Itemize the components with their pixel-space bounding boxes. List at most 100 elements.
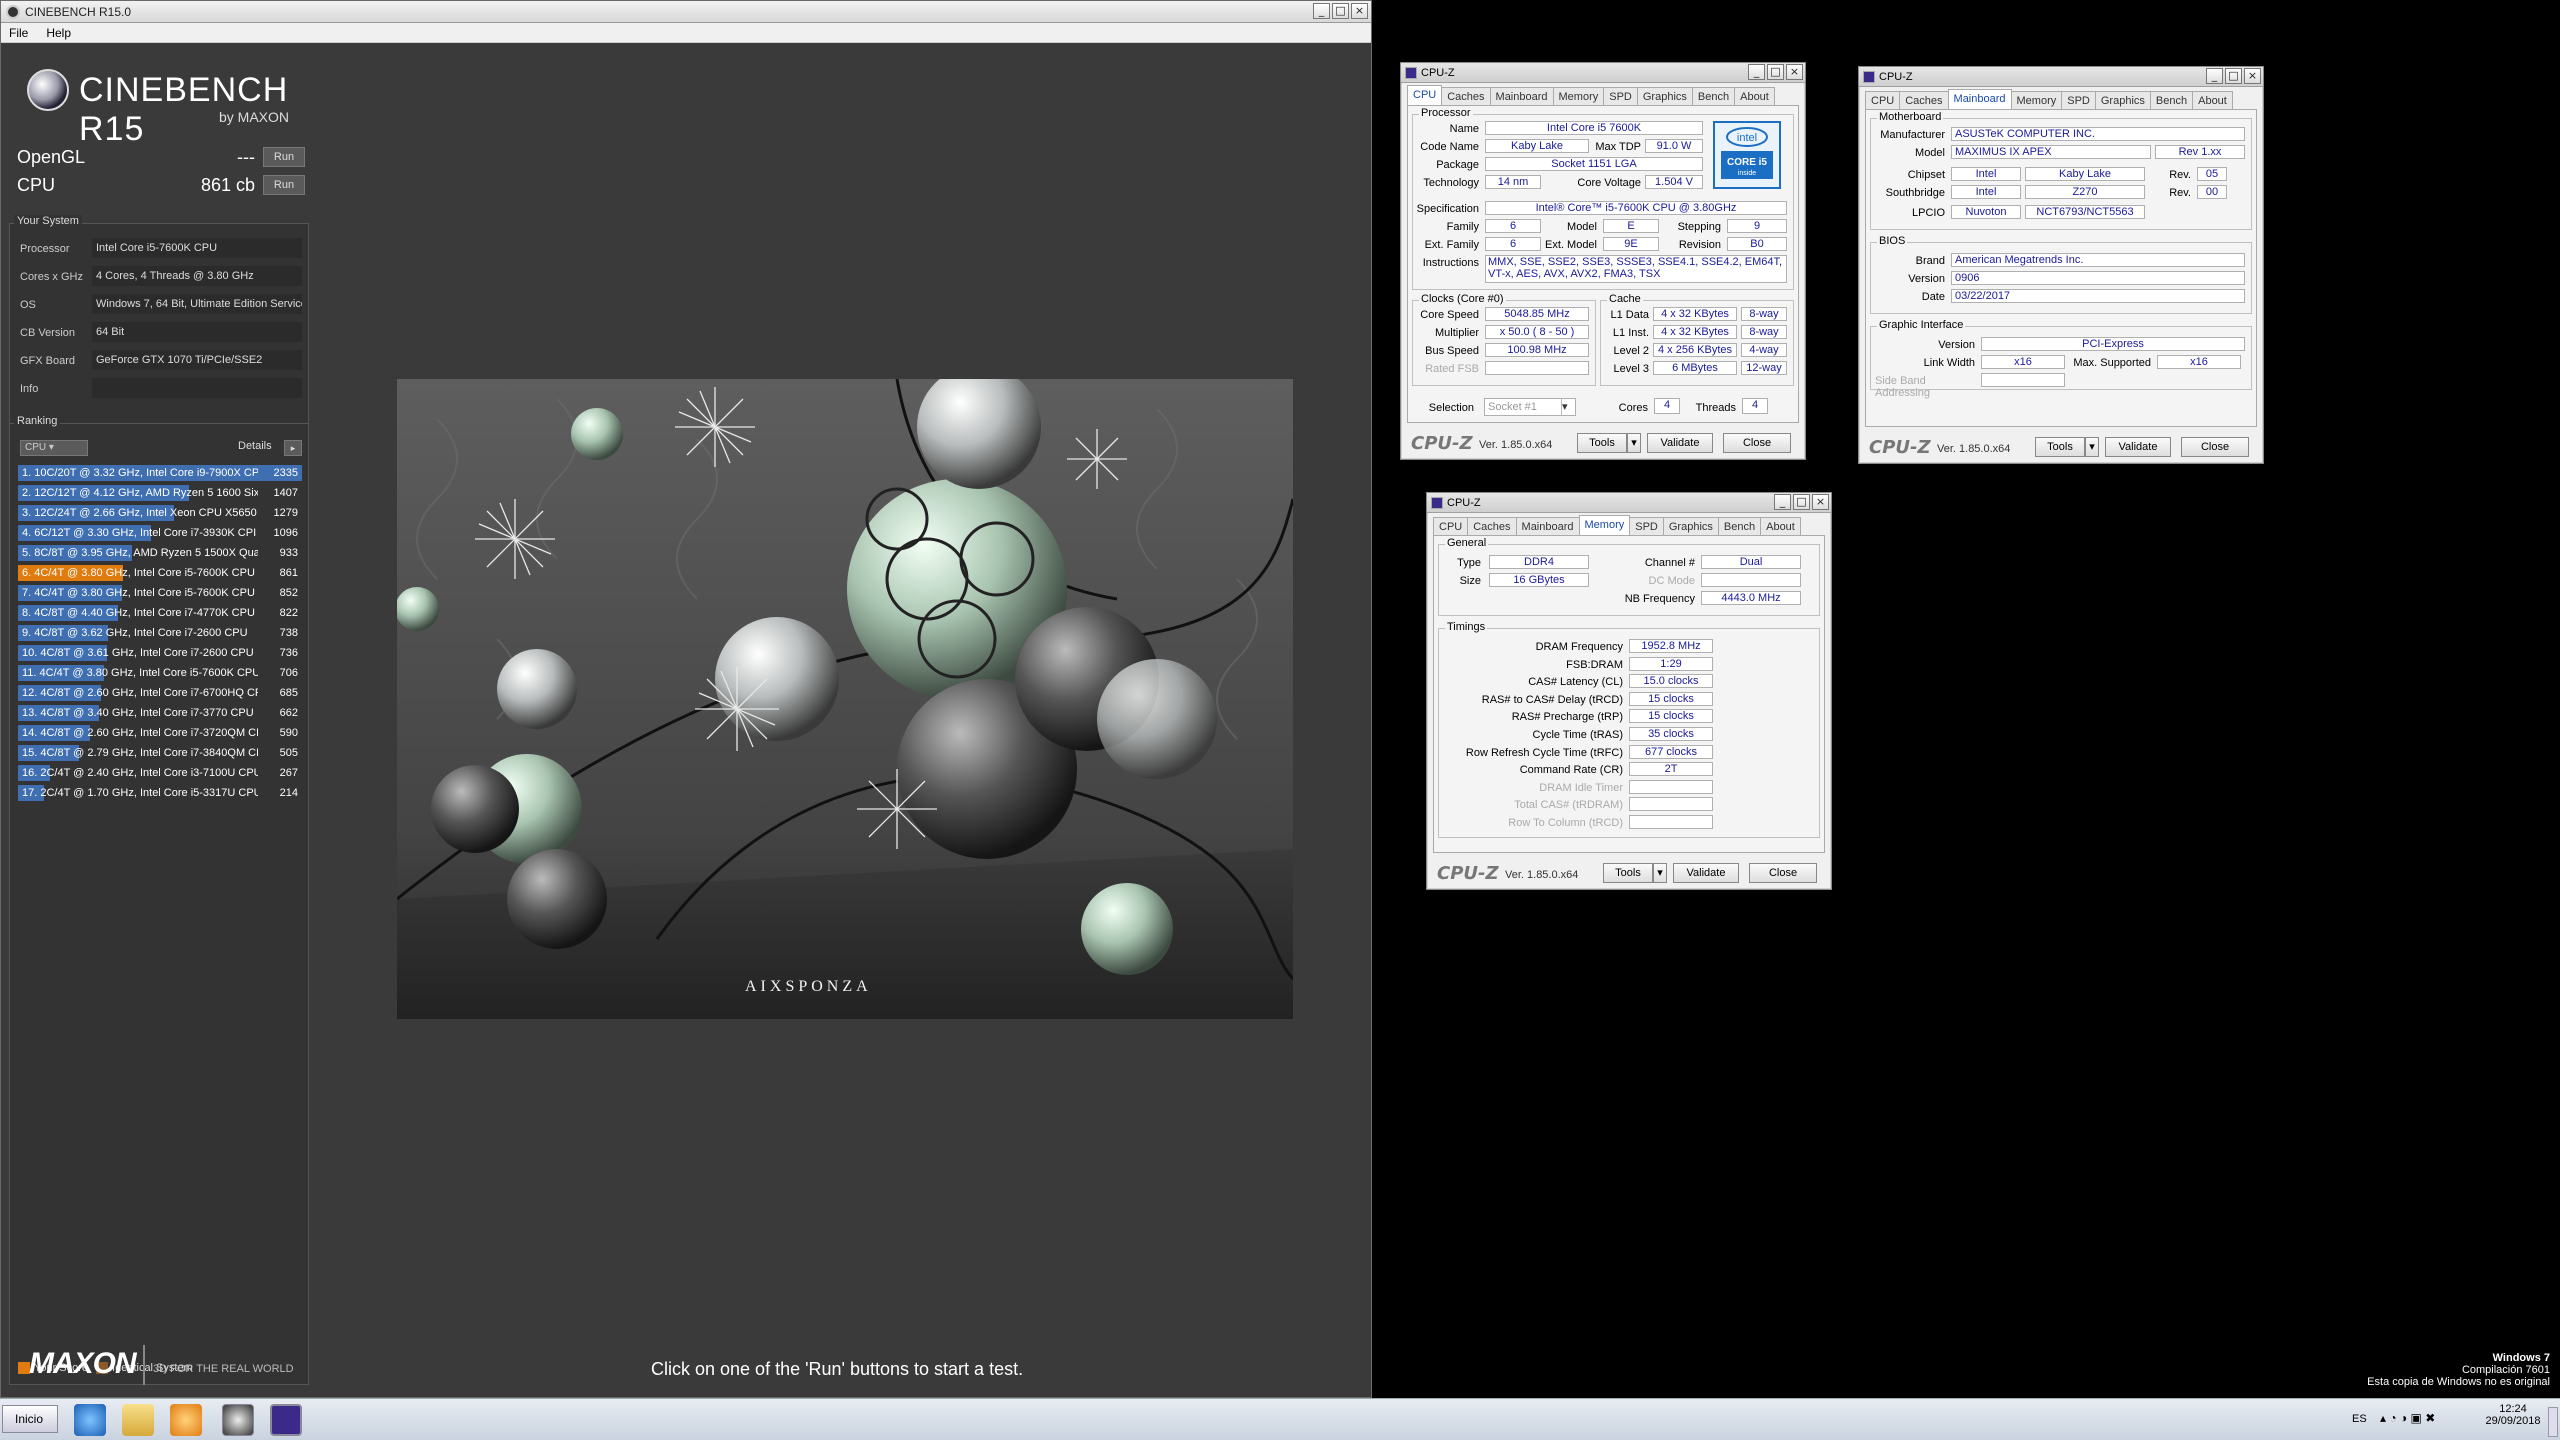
validate-button[interactable]: Validate [1673, 863, 1739, 883]
maxon-divider [143, 1345, 145, 1385]
opengl-run-button[interactable]: Run [263, 147, 305, 167]
maximize-icon[interactable]: □ [1332, 3, 1349, 19]
tools-button[interactable]: Tools [1577, 433, 1627, 453]
tab-about[interactable]: About [2192, 91, 2233, 109]
cinebench-window-controls: _ □ × [1313, 3, 1368, 21]
details-arrow-icon[interactable]: ▸ [284, 440, 302, 456]
tab-cpu[interactable]: CPU [1407, 85, 1443, 105]
ranking-row[interactable]: 11. 4C/4T @ 3.80 GHz, Intel Core i5-7600… [18, 664, 302, 682]
tab-mainboard[interactable]: Mainboard [1515, 517, 1580, 535]
socket-select[interactable]: Socket #1 ▾ [1484, 398, 1576, 416]
tab-bench[interactable]: Bench [2149, 91, 2194, 109]
tab-memory[interactable]: Memory [2010, 91, 2063, 109]
tab-caches[interactable]: Caches [1441, 87, 1491, 105]
close-icon[interactable]: × [1812, 494, 1829, 510]
media-player-icon[interactable] [170, 1404, 202, 1436]
cpu-run-button[interactable]: Run [263, 175, 305, 195]
cores-value: 4 [1654, 398, 1680, 414]
menu-help[interactable]: Help [46, 23, 71, 42]
tools-dropdown-icon[interactable]: ▾ [1653, 863, 1667, 883]
tab-about[interactable]: About [1760, 517, 1801, 535]
ranking-row[interactable]: 6. 4C/4T @ 3.80 GHz, Intel Core i5-7600K… [18, 564, 302, 582]
tab-mainboard[interactable]: Mainboard [1947, 89, 2012, 109]
show-desktop-button[interactable] [2548, 1407, 2558, 1437]
maximize-icon[interactable]: □ [1767, 64, 1784, 80]
minimize-icon[interactable]: _ [1313, 3, 1330, 19]
bios-brand-label: Brand [1915, 255, 1945, 267]
tab-spd[interactable]: SPD [1629, 517, 1664, 535]
ranking-row[interactable]: 13. 4C/8T @ 3.40 GHz, Intel Core i7-3770… [18, 704, 302, 722]
tab-cpu[interactable]: CPU [1865, 91, 1901, 109]
close-button[interactable]: Close [1723, 433, 1791, 453]
tab-caches[interactable]: Caches [1899, 91, 1949, 109]
tab-cpu[interactable]: CPU [1433, 517, 1469, 535]
maximize-icon[interactable]: □ [2225, 68, 2242, 84]
folder-icon[interactable] [122, 1404, 154, 1436]
clock[interactable]: 12:24 29/09/2018 [2480, 1403, 2546, 1427]
cpuz-titlebar[interactable]: CPU-Z _ □ × [1427, 493, 1831, 513]
timing-label: DRAM Frequency [1535, 641, 1623, 653]
menu-file[interactable]: File [9, 23, 28, 42]
tab-caches[interactable]: Caches [1467, 517, 1517, 535]
l3-value: 6 MBytes [1653, 361, 1737, 375]
l2-value: 4 x 256 KBytes [1653, 343, 1737, 357]
validate-button[interactable]: Validate [1647, 433, 1713, 453]
tab-mainboard[interactable]: Mainboard [1489, 87, 1554, 105]
tab-bench[interactable]: Bench [1717, 517, 1762, 535]
ranking-row[interactable]: 1. 10C/20T @ 3.32 GHz, Intel Core i9-790… [18, 464, 302, 482]
cinebench-titlebar[interactable]: CINEBENCH R15.0 _ □ × [1, 1, 1371, 23]
tools-button[interactable]: Tools [1603, 863, 1653, 883]
ranking-row[interactable]: 12. 4C/8T @ 2.60 GHz, Intel Core i7-6700… [18, 684, 302, 702]
tab-bench[interactable]: Bench [1691, 87, 1736, 105]
tab-graphics[interactable]: Graphics [2094, 91, 2151, 109]
tab-spd[interactable]: SPD [2061, 91, 2096, 109]
minimize-icon[interactable]: _ [2206, 68, 2223, 84]
minimize-icon[interactable]: _ [1774, 494, 1791, 510]
ranking-type-select[interactable]: CPU ▾ [20, 440, 88, 456]
start-button[interactable]: Inicio [2, 1405, 58, 1433]
ranking-row[interactable]: 8. 4C/8T @ 4.40 GHz, Intel Core i7-4770K… [18, 604, 302, 622]
ranking-row[interactable]: 9. 4C/8T @ 3.62 GHz, Intel Core i7-2600 … [18, 624, 302, 642]
tools-dropdown-icon[interactable]: ▾ [2085, 437, 2099, 457]
ranking-row[interactable]: 16. 2C/4T @ 2.40 GHz, Intel Core i3-7100… [18, 764, 302, 782]
southbridge-rev-label: Rev. [2169, 187, 2191, 199]
tab-spd[interactable]: SPD [1603, 87, 1638, 105]
cpuz-titlebar[interactable]: CPU-Z _ □ × [1401, 63, 1805, 83]
tab-graphics[interactable]: Graphics [1636, 87, 1693, 105]
tray-icons[interactable]: ▴ ◔ ◑ ▣ ✖ [2380, 1411, 2435, 1425]
tab-about[interactable]: About [1734, 87, 1775, 105]
close-icon[interactable]: × [2244, 68, 2261, 84]
tools-button[interactable]: Tools [2035, 437, 2085, 457]
ranking-row[interactable]: 3. 12C/24T @ 2.66 GHz, Intel Xeon CPU X5… [18, 504, 302, 522]
close-icon[interactable]: × [1351, 3, 1368, 19]
language-indicator[interactable]: ES [2352, 1413, 2367, 1425]
cpu-score: 861 cb [200, 175, 255, 195]
cinebench-taskbar-icon[interactable] [222, 1404, 254, 1436]
cpuz-taskbar-icon[interactable] [270, 1404, 302, 1436]
cpuz-titlebar[interactable]: CPU-Z _ □ × [1859, 67, 2263, 87]
ranking-row[interactable]: 4. 6C/12T @ 3.30 GHz, Intel Core i7-3930… [18, 524, 302, 542]
close-button[interactable]: Close [2181, 437, 2249, 457]
tab-memory[interactable]: Memory [1552, 87, 1605, 105]
timing-value [1629, 797, 1713, 812]
tab-memory[interactable]: Memory [1578, 515, 1631, 535]
close-icon[interactable]: × [1786, 64, 1803, 80]
ranking-row[interactable]: 5. 8C/8T @ 3.95 GHz, AMD Ryzen 5 1500X Q… [18, 544, 302, 562]
internet-explorer-icon[interactable] [74, 1404, 106, 1436]
render-scene-image: AIXSPONZA [397, 379, 1293, 1019]
ranking-row[interactable]: 15. 4C/8T @ 2.79 GHz, Intel Core i7-3840… [18, 744, 302, 762]
minimize-icon[interactable]: _ [1748, 64, 1765, 80]
validate-button[interactable]: Validate [2105, 437, 2171, 457]
ranking-row[interactable]: 10. 4C/8T @ 3.61 GHz, Intel Core i7-2600… [18, 644, 302, 662]
ranking-row[interactable]: 7. 4C/4T @ 3.80 GHz, Intel Core i5-7600K… [18, 584, 302, 602]
ranking-row-score: 852 [279, 587, 298, 599]
ranking-row[interactable]: 2. 12C/12T @ 4.12 GHz, AMD Ryzen 5 1600 … [18, 484, 302, 502]
tab-graphics[interactable]: Graphics [1662, 517, 1719, 535]
maximize-icon[interactable]: □ [1793, 494, 1810, 510]
tools-dropdown-icon[interactable]: ▾ [1627, 433, 1641, 453]
ranking-row-label: 11. 4C/4T @ 3.80 GHz, Intel Core i5-7600… [22, 667, 258, 679]
codename-label: Code Name [1420, 141, 1479, 153]
close-button[interactable]: Close [1749, 863, 1817, 883]
ranking-row[interactable]: 17. 2C/4T @ 1.70 GHz, Intel Core i5-3317… [18, 784, 302, 802]
ranking-row[interactable]: 14. 4C/8T @ 2.60 GHz, Intel Core i7-3720… [18, 724, 302, 742]
